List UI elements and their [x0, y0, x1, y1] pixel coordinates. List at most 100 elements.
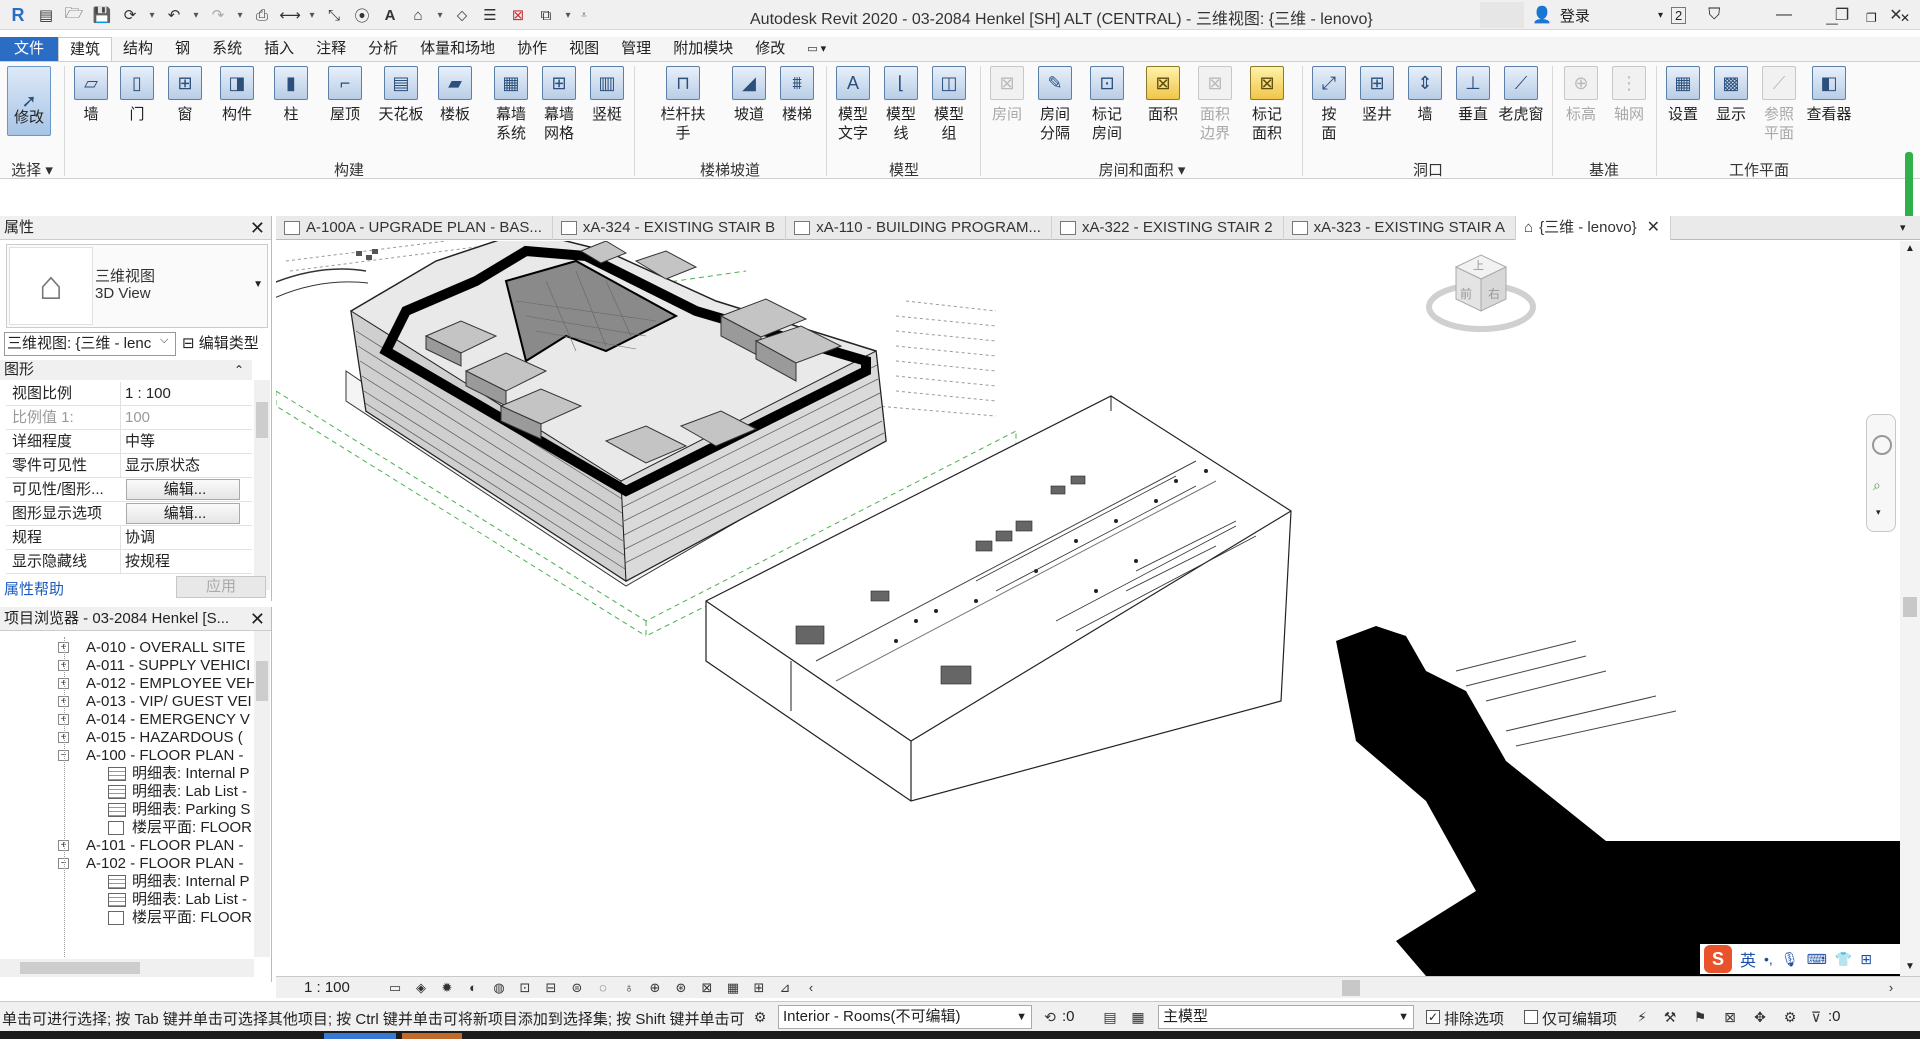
view-tab[interactable]: xA-323 - EXISTING STAIR A: [1284, 216, 1517, 240]
component-button[interactable]: ◨ 构件: [214, 66, 260, 124]
notification-badge[interactable]: 2: [1670, 6, 1687, 24]
tab-view[interactable]: 视图: [558, 37, 610, 61]
inner-close-button[interactable]: ✕: [1900, 11, 1910, 25]
column-button[interactable]: ▮ 柱: [268, 66, 314, 124]
search-box[interactable]: [1480, 2, 1524, 28]
by-face-button[interactable]: ⤢ 按 面: [1306, 66, 1352, 143]
temp-properties-icon[interactable]: ⊕: [646, 980, 664, 996]
viewcube-right-label[interactable]: 右: [1488, 285, 1500, 302]
curtain-grid-button[interactable]: ⊞ 幕墙 网格: [536, 66, 582, 143]
detail-level-icon[interactable]: ▭: [386, 980, 404, 996]
dropdown-arrow-icon[interactable]: ▾: [146, 4, 158, 26]
minimize-button[interactable]: —: [1766, 0, 1802, 30]
shadows-icon[interactable]: ◐: [464, 980, 482, 996]
ribbon-scroll-indicator[interactable]: [1905, 152, 1913, 222]
apply-button[interactable]: 应用: [176, 576, 266, 598]
aligned-dimension-icon[interactable]: ⤡: [322, 4, 346, 26]
undo-icon[interactable]: ↶: [162, 4, 186, 26]
tab-collaborate[interactable]: 协作: [506, 37, 558, 61]
viewcube-front-label[interactable]: 前: [1460, 285, 1472, 302]
ramp-button[interactable]: ◢ 坡道: [726, 66, 772, 124]
punctuation-icon[interactable]: •,: [1764, 951, 1773, 967]
redo-icon[interactable]: ↷: [206, 4, 230, 26]
tab-manage[interactable]: 管理: [610, 37, 662, 61]
dropdown-arrow-icon[interactable]: ▾: [434, 4, 446, 26]
tab-file[interactable]: 文件: [0, 37, 59, 61]
close-icon[interactable]: ✕: [1647, 216, 1660, 240]
design-option-select[interactable]: 主模型 ▼: [1158, 1005, 1414, 1029]
model-line-button[interactable]: ⌊ 模型 线: [878, 66, 924, 143]
ref-plane-button[interactable]: ⟋ 参照 平面: [1756, 66, 1802, 143]
highlight-displacement-icon[interactable]: ⊞: [750, 980, 768, 996]
render-icon[interactable]: ◍: [490, 980, 508, 996]
sync-icon[interactable]: ⟳: [118, 4, 142, 26]
tabs-overflow-icon[interactable]: ▾: [1900, 216, 1920, 239]
edit-graphic-display-button[interactable]: 编辑...: [126, 503, 240, 524]
text-icon[interactable]: A: [378, 4, 402, 26]
view-scale[interactable]: 1 : 100: [304, 979, 350, 996]
chevron-down-icon[interactable]: ⌵: [160, 334, 168, 347]
tab-massing-site[interactable]: 体量和场地: [409, 37, 506, 61]
visual-style-icon[interactable]: ◈: [412, 980, 430, 996]
model-text-button[interactable]: A 模型 文字: [830, 66, 876, 143]
view-tab-active[interactable]: ⌂ {三维 - lenovo} ✕: [1516, 216, 1672, 240]
properties-scrollbar[interactable]: [254, 380, 270, 590]
sun-path-icon[interactable]: ✹: [438, 980, 456, 996]
dropdown-arrow-icon[interactable]: ▾: [306, 4, 318, 26]
drag-elements-icon[interactable]: ✥: [1750, 1007, 1770, 1027]
select-underlay-icon[interactable]: ⚒: [1660, 1007, 1680, 1027]
dropdown-arrow-icon[interactable]: ▾: [1658, 10, 1663, 21]
reveal-hidden-icon[interactable]: ♁: [620, 980, 638, 996]
unlock-3d-icon[interactable]: ⊜: [568, 980, 586, 996]
tab-insert[interactable]: 插入: [253, 37, 305, 61]
tab-architecture[interactable]: 建筑: [58, 37, 113, 61]
room-area-group-label[interactable]: 房间和面积 ▾: [982, 159, 1302, 179]
tag-icon[interactable]: ⦿: [350, 4, 374, 26]
dormer-button[interactable]: ⟋ 老虎窗: [1498, 66, 1544, 124]
3d-view-icon[interactable]: ⌂: [406, 4, 430, 26]
view-tab[interactable]: xA-322 - EXISTING STAIR 2: [1052, 216, 1284, 240]
browser-h-scrollbar[interactable]: [0, 959, 254, 977]
railing-button[interactable]: ⊓ 栏杆扶手: [660, 66, 706, 143]
edit-visibility-button[interactable]: 编辑...: [126, 479, 240, 500]
tab-modify[interactable]: 修改: [744, 37, 796, 61]
inner-minimize-button[interactable]: —: [1826, 16, 1838, 30]
show-crop-icon[interactable]: ⊟: [542, 980, 560, 996]
editable-only-checkbox[interactable]: [1524, 1010, 1538, 1024]
select-by-face-icon[interactable]: ⊠: [1720, 1007, 1740, 1027]
view-tab[interactable]: A-100A - UPGRADE PLAN - BAS...: [276, 216, 553, 240]
exclude-options-checkbox[interactable]: ✓: [1426, 1010, 1440, 1024]
menu-grid-icon[interactable]: ⊞: [1860, 951, 1872, 968]
zoom-icon[interactable]: ⌕: [1873, 477, 1881, 494]
keyboard-icon[interactable]: ⌨: [1807, 951, 1827, 968]
tag-room-button[interactable]: ⊡ 标记 房间: [1084, 66, 1130, 143]
group-graphics-header[interactable]: 图形 ⌃: [0, 360, 252, 380]
select-links-icon[interactable]: ⚡: [1632, 1007, 1652, 1027]
user-icon[interactable]: 👤: [1532, 5, 1552, 25]
analytical-model-icon[interactable]: ▦: [724, 980, 742, 996]
area-button[interactable]: ⊠ 面积: [1140, 66, 1186, 124]
roof-button[interactable]: ⌐ 屋顶: [322, 66, 368, 124]
close-icon[interactable]: ✕: [250, 216, 265, 240]
browser-view-item[interactable]: 楼层平面: FLOOR: [132, 907, 254, 929]
properties-help-link[interactable]: 属性帮助: [4, 578, 64, 599]
grid-button[interactable]: ⋮ 轴网: [1606, 66, 1652, 124]
close-hidden-views-icon[interactable]: ⊠: [506, 4, 530, 26]
tab-addins[interactable]: 附加模块: [662, 37, 744, 61]
edit-type-button[interactable]: ⊟ 编辑类型: [182, 332, 259, 356]
background-process-icon[interactable]: ⚙: [1780, 1007, 1800, 1027]
select-pinned-icon[interactable]: ⚑: [1690, 1007, 1710, 1027]
stair-button[interactable]: ⩩ 楼梯: [774, 66, 820, 124]
tab-annotate[interactable]: 注释: [305, 37, 357, 61]
browser-scrollbar[interactable]: [254, 631, 270, 957]
room-separator-button[interactable]: ✎ 房间 分隔: [1032, 66, 1078, 143]
nav-dropdown-icon[interactable]: ▾: [1876, 507, 1881, 518]
filter-icon[interactable]: ⊽: [1806, 1007, 1826, 1027]
area-boundary-button[interactable]: ⊠ 面积 边界: [1192, 66, 1238, 143]
viewcube-top-label[interactable]: 上: [1473, 257, 1484, 273]
thin-lines-icon[interactable]: ☰: [478, 4, 502, 26]
close-icon[interactable]: ✕: [250, 607, 265, 631]
open-icon[interactable]: 🗁: [62, 4, 86, 26]
login-link[interactable]: 登录: [1560, 5, 1590, 26]
exchange-apps-icon[interactable]: ⛉: [1708, 6, 1720, 24]
